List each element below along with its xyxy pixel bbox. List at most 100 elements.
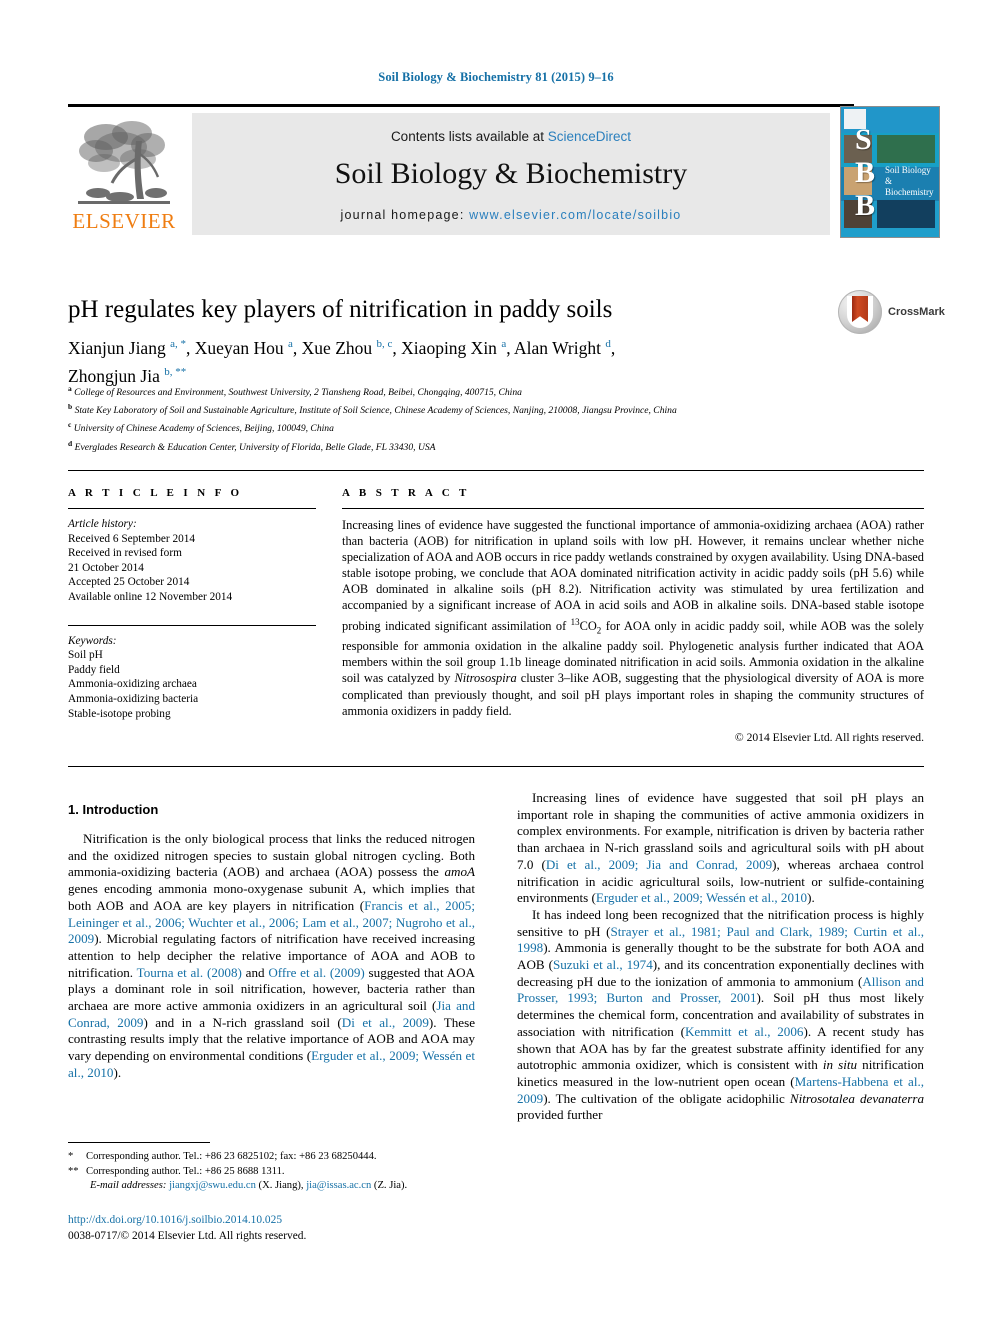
citation-link[interactable]: Suzuki et al., 1974 bbox=[553, 957, 653, 972]
history-item: 21 October 2014 bbox=[68, 561, 144, 574]
affiliation-item: a College of Resources and Environment, … bbox=[68, 382, 868, 400]
isotope-molecule: CO bbox=[579, 618, 597, 633]
cover-photo-micrograph bbox=[877, 200, 935, 228]
journal-cover-thumbnail: SBB Soil Biology & Biochemistry bbox=[840, 106, 940, 238]
latin-phrase-in-situ: in situ bbox=[822, 1057, 858, 1073]
masthead-top-rule bbox=[68, 104, 854, 107]
page-title: pH regulates key players of nitrificatio… bbox=[68, 296, 613, 323]
issn-copyright: 0038-0717/© 2014 Elsevier Ltd. All right… bbox=[68, 1229, 307, 1242]
keyword-item: Soil pH bbox=[68, 649, 103, 662]
email-link-jiang[interactable]: jiangxj@swu.edu.cn bbox=[169, 1180, 256, 1191]
history-item: Available online 12 November 2014 bbox=[68, 590, 233, 603]
elsevier-wordmark: ELSEVIER bbox=[72, 209, 176, 233]
citation-link[interactable]: Offre et al. (2009) bbox=[268, 965, 364, 980]
author-affil-mark: a, * bbox=[170, 338, 186, 350]
citation-link[interactable]: Tourna et al. (2008) bbox=[137, 965, 242, 980]
isotope-superscript: 13 bbox=[570, 616, 580, 627]
keyword-item: Ammonia-oxidizing bacteria bbox=[68, 692, 199, 705]
affiliation-item: c University of Chinese Academy of Scien… bbox=[68, 418, 868, 436]
crossmark-badge[interactable]: CrossMark bbox=[838, 290, 945, 336]
journal-banner: Contents lists available at ScienceDirec… bbox=[192, 113, 830, 235]
text-run: provided further bbox=[517, 1107, 603, 1123]
doi-block: http://dx.doi.org/10.1016/j.soilbio.2014… bbox=[68, 1213, 478, 1244]
contents-available-line: Contents lists available at ScienceDirec… bbox=[192, 129, 830, 144]
article-info-rule bbox=[68, 508, 316, 509]
cover-journal-name: Soil Biology & Biochemistry bbox=[885, 165, 934, 197]
affiliation-item: d Everglades Research & Education Center… bbox=[68, 437, 868, 455]
cover-sbb-letters: SBB bbox=[855, 123, 876, 222]
section-heading-introduction: 1. Introduction bbox=[68, 802, 159, 817]
email-link-jia[interactable]: jia@issas.ac.cn bbox=[306, 1180, 371, 1191]
journal-title: Soil Biology & Biochemistry bbox=[334, 157, 688, 190]
abstract-text: Increasing lines of evidence have sugges… bbox=[342, 517, 924, 719]
affiliation-mark: d bbox=[68, 438, 73, 448]
keyword-item: Paddy field bbox=[68, 663, 120, 676]
info-band-top-rule bbox=[68, 470, 924, 471]
author-list: Xianjun Jiang a, *, Xueyan Hou a, Xue Zh… bbox=[68, 332, 828, 388]
abstract-copyright: © 2014 Elsevier Ltd. All rights reserved… bbox=[734, 730, 924, 744]
doi-link[interactable]: http://dx.doi.org/10.1016/j.soilbio.2014… bbox=[68, 1213, 478, 1229]
text-run: ) and in a N-rich grassland soil ( bbox=[143, 1014, 342, 1030]
paragraph-right-2: It has indeed long been recognized that … bbox=[517, 907, 924, 1124]
text-run: and bbox=[241, 964, 269, 980]
footnote-corresponding-2: ** Corresponding author. Tel.: +86 25 868… bbox=[68, 1165, 478, 1180]
email-owner-jiang: (X. Jiang), bbox=[255, 1180, 307, 1191]
gene-name-amoa: amoA bbox=[444, 864, 475, 880]
text-run: ). The cultivation of the obligate acido… bbox=[543, 1090, 790, 1106]
keyword-item: Ammonia-oxidizing archaea bbox=[68, 678, 197, 691]
journal-masthead: ELSEVIER Contents lists available at Sci… bbox=[68, 104, 924, 236]
author-affil-mark: b, c bbox=[376, 338, 393, 350]
sciencedirect-link[interactable]: ScienceDirect bbox=[548, 129, 631, 144]
author-affil-mark: a bbox=[288, 338, 293, 350]
article-info-heading: A R T I C L E I N F O bbox=[68, 487, 243, 499]
footnote-corresponding-1: * Corresponding author. Tel.: +86 23 6825… bbox=[68, 1150, 478, 1165]
article-info-section: A R T I C L E I N F O Article history: R… bbox=[68, 487, 316, 721]
abstract-genus: Nitrosospira bbox=[454, 671, 517, 686]
text-run: ). bbox=[113, 1064, 122, 1080]
author-affil-mark: d bbox=[605, 338, 611, 350]
affiliation-text: Everglades Research & Education Center, … bbox=[74, 441, 436, 453]
keywords-rule bbox=[68, 624, 316, 626]
info-band-bottom-rule bbox=[68, 766, 924, 767]
citation-link[interactable]: Kemmitt et al., 2006 bbox=[685, 1024, 804, 1039]
footnote-mark: * bbox=[68, 1151, 74, 1162]
footnote-block: * Corresponding author. Tel.: +86 23 6825… bbox=[68, 1150, 478, 1194]
author-affil-mark: b, ** bbox=[164, 365, 187, 378]
text-run: Nitrification is the only biological pro… bbox=[68, 831, 475, 880]
footnote-email-line: E-mail addresses: jiangxj@swu.edu.cn (X.… bbox=[68, 1179, 478, 1194]
body-column-left: 1. Introduction Nitrification is the onl… bbox=[68, 790, 475, 1082]
history-item: Received in revised form bbox=[68, 547, 182, 560]
crossmark-inner bbox=[847, 296, 873, 328]
affiliation-list: a College of Resources and Environment, … bbox=[68, 382, 868, 455]
abstract-part-1: Increasing lines of evidence have sugges… bbox=[342, 518, 924, 633]
citation-link[interactable]: Di et al., 2009 bbox=[342, 1015, 429, 1030]
affiliation-mark: b bbox=[68, 402, 73, 412]
article-page: Soil Biology & Biochemistry 81 (2015) 9–… bbox=[0, 0, 992, 1323]
abstract-section: A B S T R A C T Increasing lines of evid… bbox=[342, 487, 924, 744]
text-run: ). bbox=[807, 890, 815, 906]
keywords-label: Keywords: bbox=[68, 634, 117, 647]
running-head: Soil Biology & Biochemistry 81 (2015) 9–… bbox=[378, 70, 614, 84]
footnote-text: Corresponding author. Tel.: +86 23 68251… bbox=[86, 1151, 377, 1162]
citation-link[interactable]: Erguder et al., 2009; Wessén et al., 201… bbox=[596, 890, 807, 905]
article-history-label: Article history: bbox=[68, 518, 137, 530]
affiliation-item: b State Key Laboratory of Soil and Susta… bbox=[68, 400, 868, 418]
affiliation-text: University of Chinese Academy of Science… bbox=[73, 423, 334, 435]
affiliation-mark: a bbox=[68, 384, 72, 393]
history-item: Received 6 September 2014 bbox=[68, 532, 196, 545]
email-label: E-mail addresses: bbox=[90, 1180, 167, 1191]
affiliation-mark: c bbox=[68, 420, 72, 430]
affiliation-text: State Key Laboratory of Soil and Sustain… bbox=[74, 405, 677, 417]
footnote-mark: ** bbox=[68, 1165, 79, 1177]
homepage-label: journal homepage: bbox=[340, 208, 470, 222]
email-owner-jia: (Z. Jia). bbox=[371, 1180, 408, 1191]
homepage-url-link[interactable]: www.elsevier.com/locate/soilbio bbox=[469, 208, 681, 222]
citation-link[interactable]: Di et al., 2009; Jia and Conrad, 2009 bbox=[546, 857, 772, 872]
elsevier-tree-icon bbox=[78, 121, 170, 204]
body-column-right: Increasing lines of evidence have sugges… bbox=[517, 790, 924, 1124]
footnote-text: Corresponding author. Tel.: +86 25 8688 … bbox=[86, 1165, 285, 1177]
crossmark-label: CrossMark bbox=[888, 306, 945, 318]
footnote-rule bbox=[68, 1142, 210, 1143]
author-affil-mark: a bbox=[501, 338, 507, 350]
abstract-heading: A B S T R A C T bbox=[342, 487, 470, 499]
